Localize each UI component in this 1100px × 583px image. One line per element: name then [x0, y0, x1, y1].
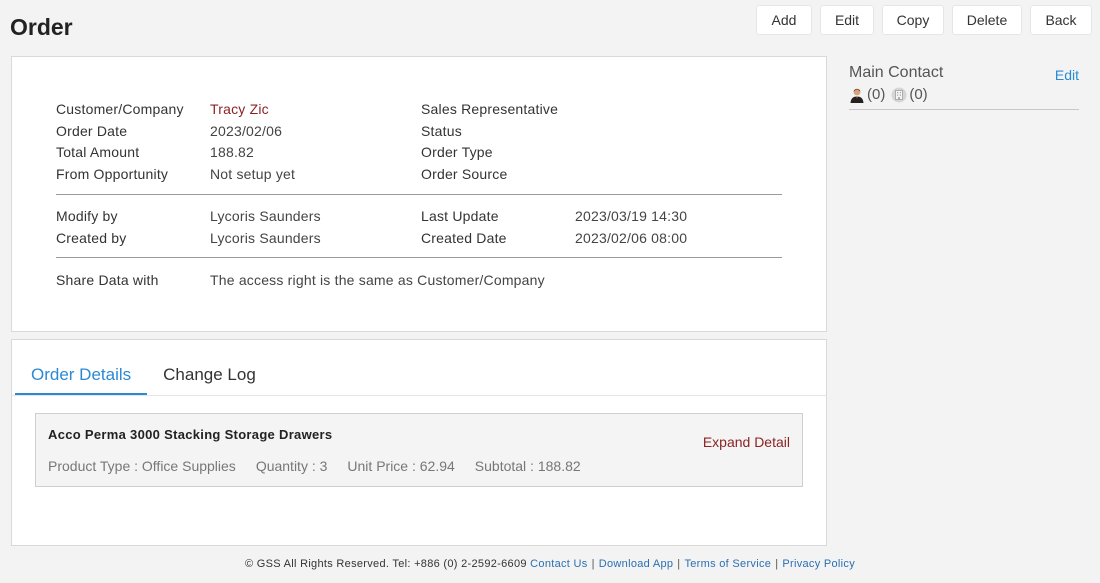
back-button[interactable]: Back	[1030, 5, 1092, 35]
opportunity-value: Not setup yet	[210, 166, 296, 182]
edit-button[interactable]: Edit	[820, 5, 874, 35]
copy-button[interactable]: Copy	[882, 5, 944, 35]
last-update-value: 2023/03/19 14:30	[575, 208, 688, 224]
order-date-label: Order Date	[56, 123, 128, 139]
info-divider	[56, 257, 782, 258]
order-date-value: 2023/02/06	[210, 123, 283, 139]
item-meta: Product Type : Office Supplies Quantity …	[48, 458, 581, 474]
main-contact-divider	[849, 109, 1079, 110]
created-by-value: Lycoris Saunders	[210, 230, 321, 246]
expand-detail-link[interactable]: Expand Detail	[703, 434, 790, 450]
order-detail-card: Order Details Change Log Acco Perma 3000…	[11, 339, 827, 546]
tab-order-details[interactable]: Order Details	[15, 357, 148, 396]
toolbar: Add Edit Copy Delete Back	[756, 5, 1092, 35]
footer-separator: |	[591, 558, 595, 570]
tab-divider	[12, 395, 826, 396]
main-contact-title: Main Contact	[849, 64, 944, 81]
info-divider	[56, 194, 782, 195]
order-type-label: Order Type	[421, 144, 493, 160]
footer-separator: |	[775, 558, 779, 570]
customer-label: Customer/Company	[56, 101, 184, 117]
person-icon	[849, 87, 865, 103]
main-contact-panel: Main Contact Edit (0) (0)	[849, 64, 1079, 110]
status-label: Status	[421, 123, 462, 139]
total-amount-label: Total Amount	[56, 144, 140, 160]
footer-copyright: © GSS All Rights Reserved. Tel: +886 (0)…	[244, 558, 527, 570]
created-date-label: Created Date	[421, 230, 507, 246]
item-unit-price: Unit Price : 62.94	[347, 458, 455, 474]
item-name: Acco Perma 3000 Stacking Storage Drawers	[48, 427, 333, 442]
footer-separator: |	[677, 558, 681, 570]
total-amount-value: 188.82	[210, 144, 255, 160]
contact-us-link[interactable]: Contact Us	[530, 558, 587, 570]
modify-by-label: Modify by	[56, 208, 118, 224]
delete-button[interactable]: Delete	[952, 5, 1022, 35]
item-subtotal: Subtotal : 188.82	[474, 458, 581, 474]
created-date-value: 2023/02/06 08:00	[575, 230, 688, 246]
company-icon	[891, 87, 907, 103]
opportunity-label: From Opportunity	[56, 166, 169, 182]
sales-rep-label: Sales Representative	[421, 101, 559, 117]
order-info-card: Customer/Company Tracy Zic Sales Represe…	[11, 56, 827, 332]
page-title: Order	[10, 14, 73, 40]
privacy-link[interactable]: Privacy Policy	[782, 558, 855, 570]
tab-change-log[interactable]: Change Log	[147, 357, 272, 396]
order-item: Acco Perma 3000 Stacking Storage Drawers…	[35, 413, 803, 487]
share-value: The access right is the same as Customer…	[210, 272, 545, 288]
order-source-label: Order Source	[421, 166, 508, 182]
created-by-label: Created by	[56, 230, 127, 246]
share-label: Share Data with	[56, 272, 159, 288]
detail-tabs: Order Details Change Log	[15, 357, 272, 396]
contact-counts: (0) (0)	[849, 86, 1079, 103]
download-app-link[interactable]: Download App	[599, 558, 674, 570]
add-button[interactable]: Add	[756, 5, 812, 35]
modify-by-value: Lycoris Saunders	[210, 208, 321, 224]
person-count[interactable]: (0)	[867, 86, 885, 103]
company-count[interactable]: (0)	[909, 86, 927, 103]
last-update-label: Last Update	[421, 208, 499, 224]
item-quantity: Quantity : 3	[255, 458, 328, 474]
main-contact-edit-link[interactable]: Edit	[1055, 67, 1079, 83]
customer-link[interactable]: Tracy Zic	[210, 101, 269, 117]
item-product-type: Product Type : Office Supplies	[48, 458, 236, 474]
footer: © GSS All Rights Reserved. Tel: +886 (0)…	[0, 558, 1100, 570]
terms-link[interactable]: Terms of Service	[684, 558, 771, 570]
